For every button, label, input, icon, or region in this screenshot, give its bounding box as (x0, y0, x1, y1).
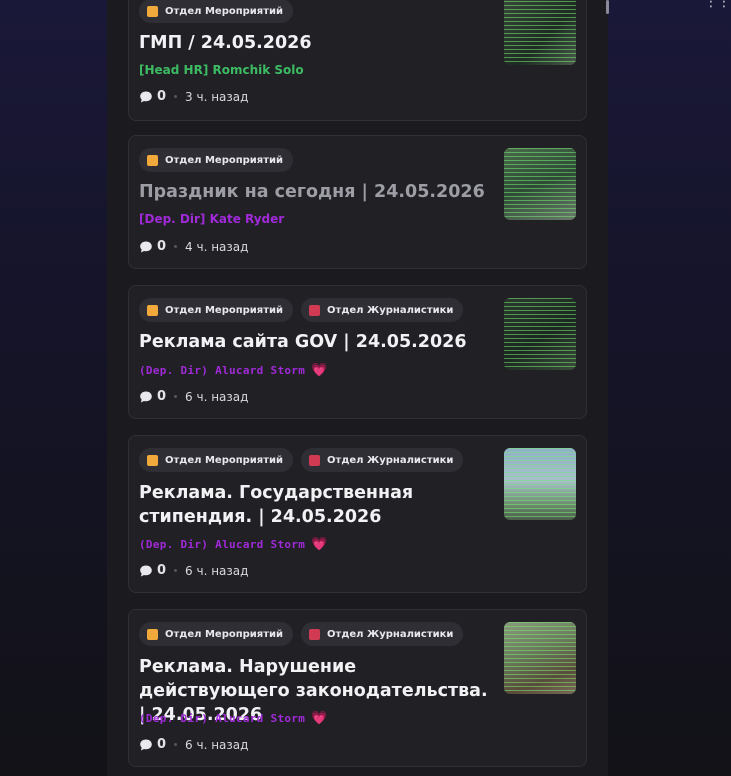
post-title[interactable]: Реклама сайта GOV | 24.05.2026 (139, 330, 479, 354)
post-thumbnail[interactable] (504, 0, 576, 65)
category-tag[interactable]: Отдел Мероприятий (139, 0, 294, 23)
post-card[interactable]: Отдел Мероприятий Отдел Журналистики Рек… (128, 609, 587, 767)
post-time: 4 ч. назад (185, 239, 249, 254)
category-icon (147, 154, 158, 166)
comment-count: 0 (157, 89, 167, 104)
category-icon (147, 628, 158, 640)
author-name: (Dep. Dir) Alucard Storm (139, 712, 306, 725)
post-author[interactable]: (Dep. Dir) Alucard Storm 💗 (139, 363, 328, 378)
post-author[interactable]: (Dep. Dir) Alucard Storm 💗 (139, 711, 328, 726)
category-icon (147, 454, 158, 466)
separator-dot (174, 569, 178, 572)
separator-dot (174, 395, 178, 398)
category-tag[interactable]: Отдел Мероприятий (139, 148, 294, 172)
post-title[interactable]: Праздник на сегодня | 24.05.2026 (139, 180, 489, 204)
comment-count: 0 (157, 389, 167, 404)
post-title[interactable]: Реклама. Государственная стипендия. | 24… (139, 481, 439, 529)
post-author[interactable]: (Dep. Dir) Alucard Storm 💗 (139, 537, 328, 552)
post-author[interactable]: [Head HR] Romchik Solo (139, 63, 304, 77)
category-tag[interactable]: Отдел Мероприятий (139, 298, 294, 322)
category-icon (309, 454, 321, 466)
heart-icon: 💗 (311, 711, 328, 726)
category-icon (309, 628, 321, 640)
post-card[interactable]: Отдел Мероприятий Отдел Журналистики Рек… (128, 285, 587, 419)
category-tag[interactable]: Отдел Мероприятий (139, 622, 294, 646)
tag-label: Отдел Журналистики (327, 304, 454, 316)
heart-icon: 💗 (311, 363, 328, 378)
comment-count: 0 (157, 737, 167, 752)
post-time: 6 ч. назад (185, 389, 249, 404)
post-card[interactable]: Отдел Мероприятий Отдел Журналистики Рек… (128, 435, 587, 593)
tag-label: Отдел Мероприятий (165, 304, 284, 316)
post-thumbnail[interactable] (504, 622, 576, 694)
comment-icon (140, 241, 152, 252)
comment-icon (140, 739, 152, 750)
post-card[interactable]: Отдел Мероприятий Праздник на сегодня | … (128, 135, 587, 269)
post-time: 6 ч. назад (185, 563, 249, 578)
comment-icon (140, 565, 152, 576)
author-name: (Dep. Dir) Alucard Storm (139, 538, 306, 551)
post-thumbnail[interactable] (504, 448, 576, 520)
tag-label: Отдел Журналистики (327, 628, 454, 640)
category-icon (147, 5, 158, 17)
category-tag[interactable]: Отдел Мероприятий (139, 448, 294, 472)
category-tag[interactable]: Отдел Журналистики (301, 622, 464, 646)
author-name: (Dep. Dir) Alucard Storm (139, 364, 306, 377)
scrollbar-thumb[interactable] (606, 0, 609, 14)
post-thumbnail[interactable] (504, 148, 576, 220)
tag-label: Отдел Мероприятий (165, 628, 284, 640)
category-tag[interactable]: Отдел Журналистики (301, 298, 464, 322)
post-feed: Отдел Мероприятий ГМП / 24.05.2026 [Head… (107, 0, 608, 776)
comment-icon (140, 391, 152, 402)
comment-count: 0 (157, 563, 167, 578)
more-options-icon[interactable]: ⋮⋮ (704, 0, 731, 10)
category-icon (309, 304, 321, 316)
post-time: 3 ч. назад (185, 89, 249, 104)
tag-label: Отдел Мероприятий (165, 5, 284, 17)
post-author[interactable]: [Dep. Dir] Kate Ryder (139, 212, 284, 226)
tag-label: Отдел Мероприятий (165, 154, 284, 166)
category-icon (147, 304, 158, 316)
comment-count: 0 (157, 239, 167, 254)
post-card[interactable]: Отдел Мероприятий ГМП / 24.05.2026 [Head… (128, 0, 587, 121)
separator-dot (174, 743, 178, 746)
tag-label: Отдел Мероприятий (165, 454, 284, 466)
post-thumbnail[interactable] (504, 298, 576, 370)
category-tag[interactable]: Отдел Журналистики (301, 448, 464, 472)
comment-icon (140, 91, 152, 102)
post-time: 6 ч. назад (185, 737, 249, 752)
separator-dot (174, 245, 178, 248)
post-title[interactable]: ГМП / 24.05.2026 (139, 31, 479, 55)
separator-dot (174, 95, 178, 98)
tag-label: Отдел Журналистики (327, 454, 454, 466)
heart-icon: 💗 (311, 537, 328, 552)
